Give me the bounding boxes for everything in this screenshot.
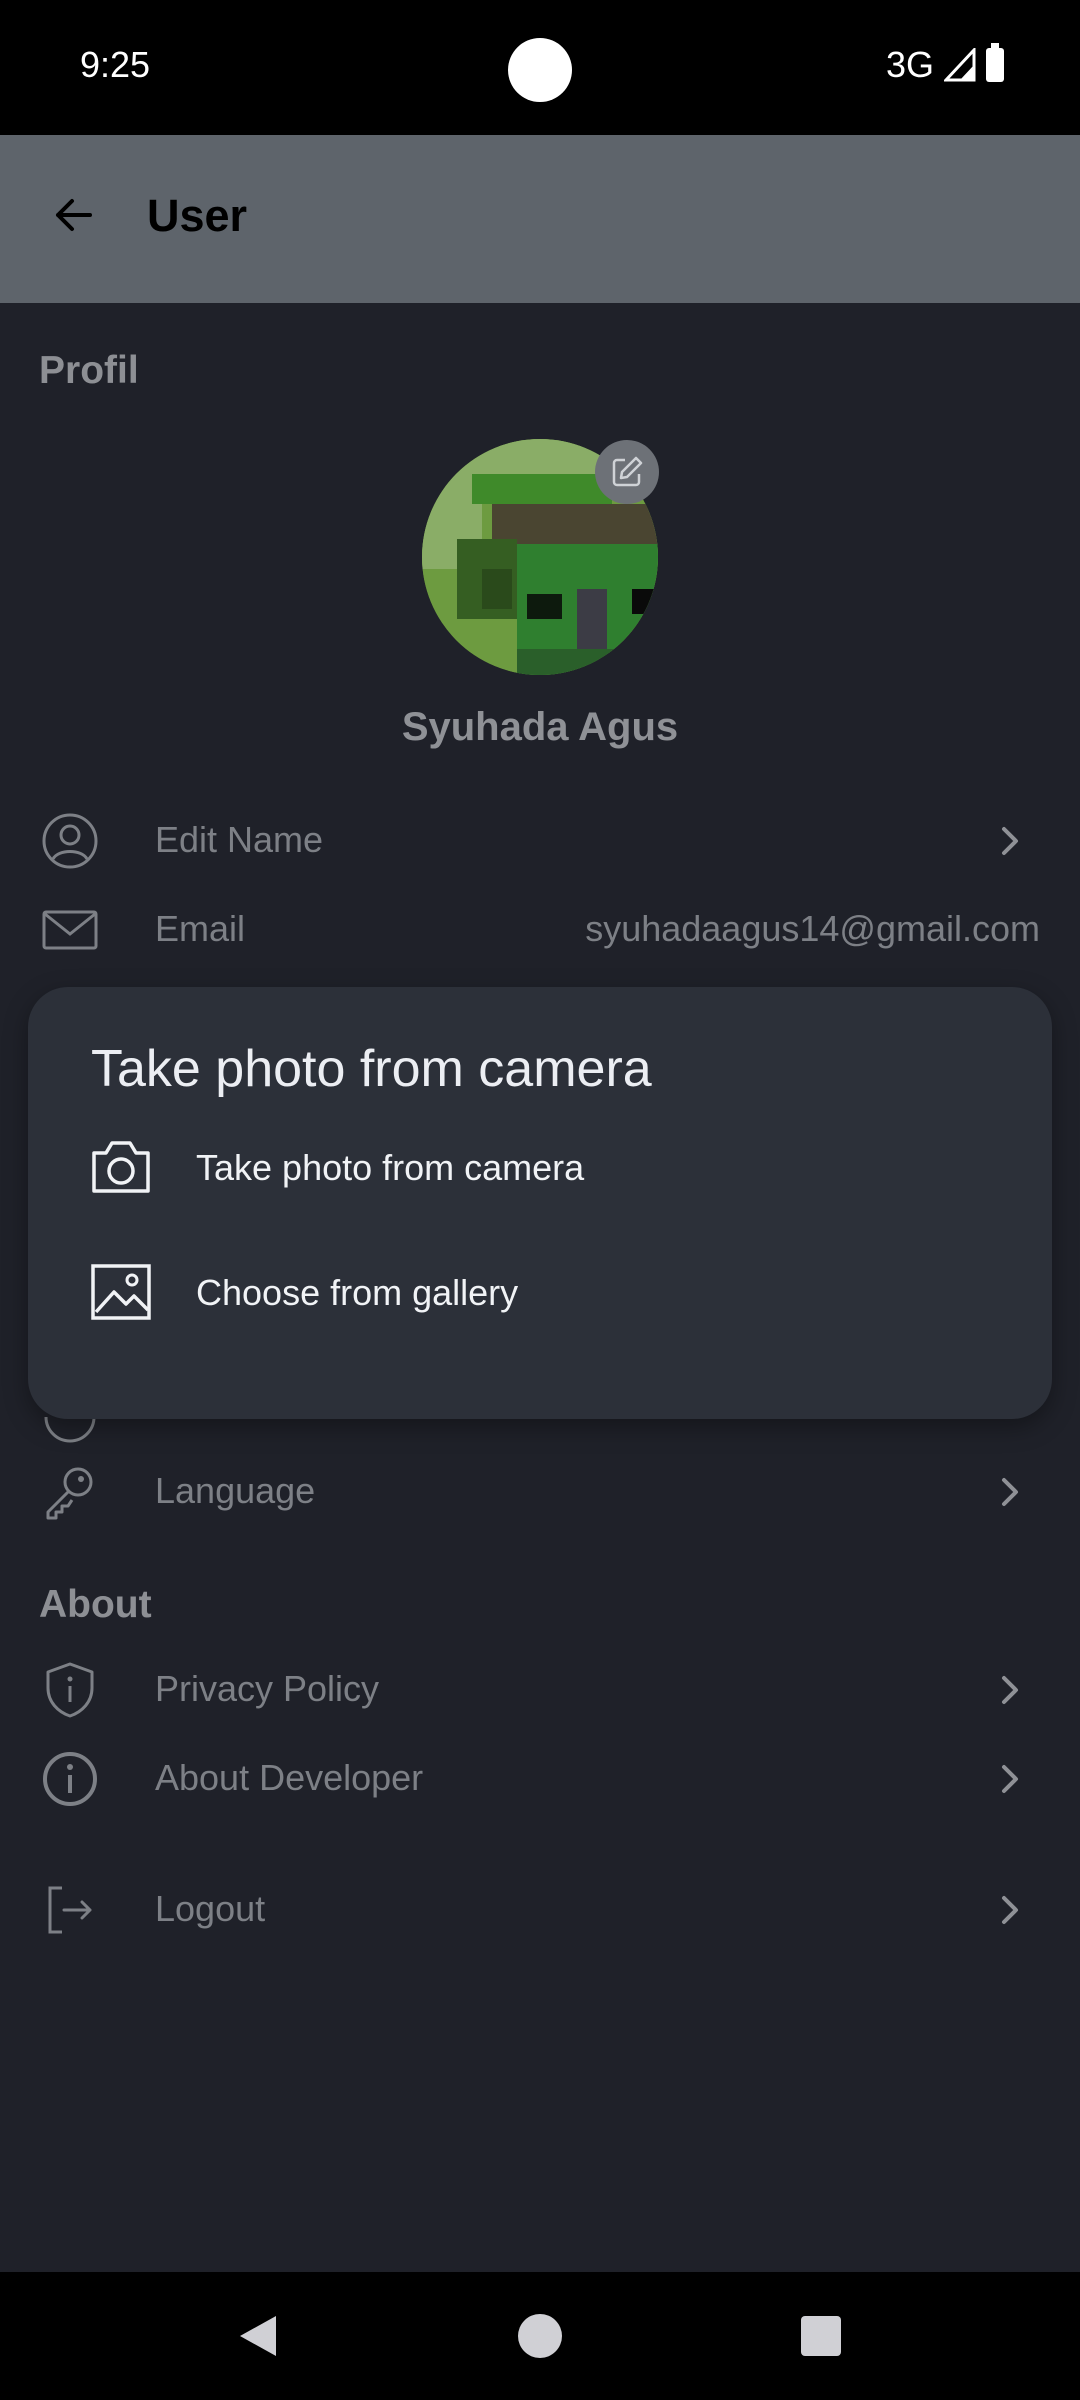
- status-indicators: 3G: [885, 43, 1004, 86]
- moon-icon: [44, 1417, 96, 1443]
- language-row[interactable]: Language: [0, 1452, 1080, 1532]
- system-nav-bar: [0, 2272, 1080, 2400]
- pencil-edit-icon: [612, 456, 643, 487]
- battery-icon: [986, 43, 1004, 82]
- app-toolbar: User: [0, 135, 1080, 303]
- nav-home-button[interactable]: [518, 2314, 562, 2358]
- logout-row[interactable]: Logout: [0, 1870, 1080, 1950]
- take-photo-label: Take photo from camera: [196, 1147, 585, 1188]
- chevron-right-icon: [1002, 1676, 1018, 1704]
- chevron-right-icon: [1002, 1896, 1018, 1924]
- status-time: 9:25: [80, 44, 151, 85]
- take-photo-option[interactable]: Take photo from camera: [28, 1117, 1052, 1217]
- privacy-policy-row[interactable]: Privacy Policy: [0, 1650, 1080, 1730]
- dialog-title: Take photo from camera: [91, 1040, 652, 1098]
- section-profile-heading: Profil: [39, 349, 139, 392]
- chevron-right-icon: [1002, 1478, 1018, 1506]
- edit-photo-button[interactable]: [595, 440, 659, 504]
- shield-info-icon: [46, 1662, 94, 1718]
- key-icon: [46, 1467, 93, 1520]
- photo-source-dialog: Take photo from camera Take photo from c…: [28, 987, 1052, 1419]
- page-title: User: [147, 190, 248, 241]
- logout-icon: [48, 1886, 92, 1934]
- section-about-heading: About: [39, 1583, 152, 1626]
- chevron-right-icon: [1002, 827, 1018, 855]
- user-screen: User Profil Syuhada Agus Edit Name Email…: [0, 135, 1080, 2272]
- choose-gallery-label: Choose from gallery: [196, 1272, 519, 1313]
- status-bar: 9:25 3G: [0, 0, 1080, 135]
- mail-icon: [42, 910, 98, 950]
- edit-name-label: Edit Name: [155, 819, 324, 860]
- email-label: Email: [155, 908, 246, 949]
- profile-name: Syuhada Agus: [401, 705, 679, 749]
- image-icon: [91, 1264, 151, 1320]
- chevron-right-icon: [1002, 1765, 1018, 1793]
- camera-cutout: [508, 38, 572, 102]
- arrow-back-icon[interactable]: [44, 185, 104, 245]
- email-row: Email syuhadaagus14@gmail.com: [0, 890, 1080, 970]
- edit-name-row[interactable]: Edit Name: [0, 801, 1080, 881]
- about-developer-row[interactable]: About Developer: [0, 1739, 1080, 1819]
- language-label: Language: [155, 1470, 316, 1511]
- logout-label: Logout: [155, 1888, 266, 1929]
- choose-gallery-option[interactable]: Choose from gallery: [28, 1242, 1052, 1342]
- camera-icon: [92, 1141, 150, 1193]
- email-value: syuhadaagus14@gmail.com: [585, 908, 1040, 949]
- about-developer-label: About Developer: [155, 1757, 424, 1798]
- signal-icon: [944, 48, 976, 82]
- info-circle-icon: [43, 1752, 97, 1806]
- user-circle-icon: [42, 813, 98, 869]
- nav-back-icon[interactable]: [236, 2312, 280, 2360]
- network-type: 3G: [885, 44, 934, 85]
- nav-recents-button[interactable]: [801, 2316, 841, 2356]
- privacy-policy-label: Privacy Policy: [155, 1668, 380, 1709]
